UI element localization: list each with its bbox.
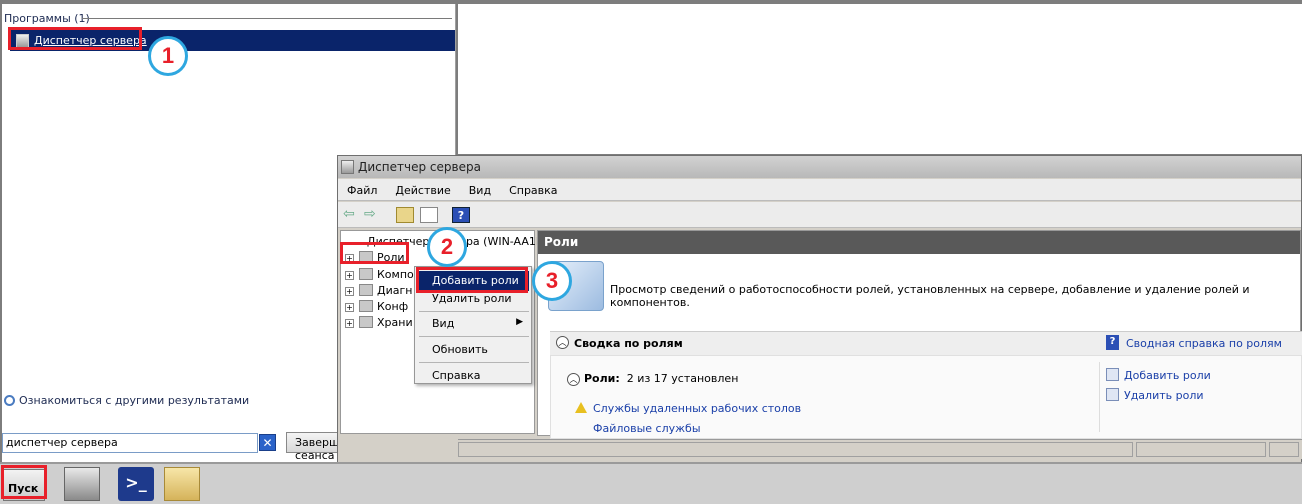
highlight-box-program [8,27,142,50]
tree-item-label: Конф [377,300,409,313]
role-item[interactable]: Службы удаленных рабочих столов [575,402,801,415]
role-link[interactable]: Файловые службы [593,422,701,435]
tree-item-label: Диагн [377,284,413,297]
see-more-results-link[interactable]: Ознакомиться с другими результатами [4,394,249,407]
remove-roles-link[interactable]: Удалить роли [1124,389,1204,402]
window-titlebar: Диспетчер сервера [338,156,1301,178]
diagnostics-icon [359,284,373,296]
menu-bar: Файл Действие Вид Справка [338,179,1301,201]
tree-item-label: Храни [377,316,413,329]
details-header: Роли [538,231,1300,254]
search-icon [4,395,15,406]
add-roles-action[interactable]: Добавить роли [1106,368,1302,382]
status-panel [1269,442,1299,457]
tree-item-diagnostics[interactable]: + Диагн [345,284,412,297]
summary-help-link[interactable]: Сводная справка по ролям [1126,337,1282,350]
tree-item-storage[interactable]: + Храни [345,316,413,329]
expand-icon[interactable]: + [345,287,354,296]
role-item[interactable]: Файловые службы [593,422,701,435]
tree-item-configuration[interactable]: + Конф [345,300,408,313]
ctx-refresh[interactable]: Обновить [417,340,529,360]
clear-search-button[interactable]: ✕ [259,434,276,451]
expand-icon[interactable]: + [345,271,354,280]
menu-separator [419,362,529,363]
back-arrow-icon[interactable]: ⇦ [343,207,361,223]
summary-section-header[interactable]: ︿ Сводка по ролям ? Сводная справка по р… [550,331,1302,355]
collapse-chevron-icon[interactable]: ︿ [556,336,569,349]
expand-icon[interactable]: + [345,303,354,312]
ctx-view[interactable]: Вид ▶ [417,314,529,334]
status-bar [458,439,1302,459]
summary-body: ︿ Роли: 2 из 17 установлен Службы удаленн… [550,355,1302,439]
powershell-icon[interactable]: >_ [118,467,154,501]
status-panel [1136,442,1266,457]
start-search-input[interactable]: диспетчер сервера [2,433,258,453]
roles-label: Роли: [584,372,620,385]
roles-count: 2 из 17 установлен [626,372,739,385]
help-icon: ? [1106,335,1119,350]
see-more-results-label: Ознакомиться с другими результатами [19,394,250,407]
annotation-badge-3: 3 [532,261,572,301]
menu-help[interactable]: Справка [500,179,566,197]
ctx-view-label: Вид [432,317,455,330]
menu-file[interactable]: Файл [338,179,386,197]
add-roles-icon [1106,368,1119,381]
details-pane: Роли Просмотр сведений о работоспособнос… [537,230,1302,439]
roles-actions-panel: Добавить роли Удалить роли [1099,362,1302,432]
forward-arrow-icon[interactable]: ⇨ [364,207,382,223]
summary-title: Сводка по ролям [574,337,683,350]
tree-item-features[interactable]: + Компо [345,268,414,281]
help-icon[interactable]: ? [452,207,470,223]
menu-action[interactable]: Действие [386,179,459,197]
up-folder-icon[interactable] [396,207,414,223]
annotation-badge-1: 1 [148,36,188,76]
start-menu-right-pane [458,4,1302,154]
highlight-box-add-roles [416,267,528,293]
toolbar: ⇦ ⇨ ? [338,202,1301,228]
menu-view[interactable]: Вид [460,179,500,197]
group-divider [82,18,452,19]
desktop: Программы (1) Диспетчер сервера Ознакоми… [0,0,1302,504]
highlight-box-start [1,465,47,499]
menu-separator [419,336,529,337]
taskbar: Пуск >_ [0,462,1302,504]
collapse-chevron-icon[interactable]: ︿ [567,373,580,386]
show-hide-tree-icon[interactable] [420,207,438,223]
details-description: Просмотр сведений о работоспособности ро… [610,283,1250,309]
submenu-arrow-icon: ▶ [516,317,523,327]
remove-roles-icon [1106,388,1119,401]
roles-status-line: ︿ Роли: 2 из 17 установлен [567,372,738,386]
ctx-help[interactable]: Справка [417,366,529,386]
expand-icon[interactable]: + [345,319,354,328]
status-panel [458,442,1133,457]
explorer-folder-icon[interactable] [164,467,200,501]
highlight-box-roles [340,242,409,264]
window-title: Диспетчер сервера [358,160,481,174]
role-link[interactable]: Службы удаленных рабочих столов [593,402,801,415]
server-manager-icon [341,160,354,174]
remove-roles-action[interactable]: Удалить роли [1106,388,1302,402]
programs-group-header: Программы (1) [4,12,90,25]
annotation-badge-2: 2 [427,227,467,267]
storage-icon [359,316,373,328]
tree-item-label: Компо [377,268,414,281]
features-icon [359,268,373,280]
server-manager-taskbar-icon[interactable] [64,467,100,501]
warning-icon [575,402,587,413]
configuration-icon [359,300,373,312]
menu-separator [419,311,529,312]
add-roles-link[interactable]: Добавить роли [1124,369,1211,382]
